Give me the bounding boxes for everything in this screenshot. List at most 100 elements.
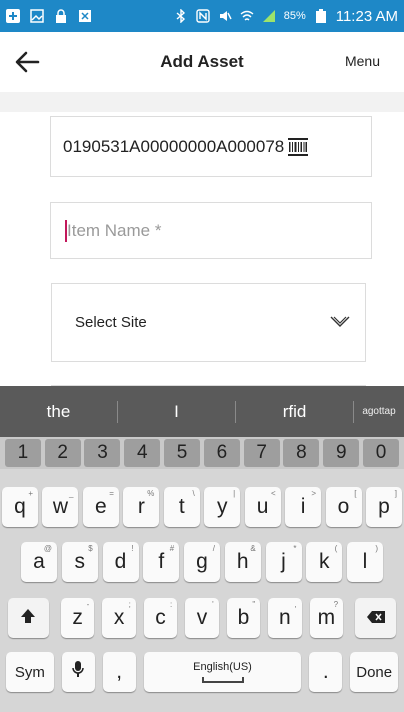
suggestion-2[interactable]: I xyxy=(118,402,235,422)
screen: 85% 11:23 AM Add Asset Menu 0190531A0000… xyxy=(0,0,404,712)
soft-keyboard: the I rfid agottap 1 2 3 4 5 6 7 8 9 0 +… xyxy=(0,386,404,712)
key-hint: @ xyxy=(43,544,52,553)
key-label: z xyxy=(72,606,83,629)
key-t[interactable]: \ t xyxy=(163,487,200,527)
item-name-input[interactable]: Item Name * xyxy=(50,202,372,259)
key-j[interactable]: * j xyxy=(265,542,302,582)
suggestion-bar: the I rfid agottap xyxy=(0,386,404,437)
key-x[interactable]: ; x xyxy=(102,598,136,638)
battery-percent: 85% xyxy=(283,10,306,22)
key-4[interactable]: 4 xyxy=(124,439,161,467)
key-6[interactable]: 6 xyxy=(203,439,240,467)
space-key[interactable]: English(US) xyxy=(143,652,302,692)
key-row-3: -z ; x :c ' v " b ,n ? m xyxy=(0,590,404,646)
key-w[interactable]: _ w xyxy=(42,487,79,527)
backspace-key[interactable] xyxy=(355,598,396,638)
bluetooth-icon xyxy=(174,9,188,23)
key-a[interactable]: @ a xyxy=(21,542,57,582)
done-key[interactable]: Done xyxy=(350,652,399,692)
mic-key[interactable] xyxy=(61,652,95,692)
key-hint: ( xyxy=(334,544,338,553)
key-h[interactable]: & h xyxy=(224,542,261,582)
shift-key[interactable] xyxy=(8,598,49,638)
barcode-field[interactable]: 0190531A00000000A000078 xyxy=(50,116,372,177)
key-hint: - xyxy=(86,600,90,609)
key-8[interactable]: 8 xyxy=(283,439,320,467)
key-1[interactable]: 1 xyxy=(4,439,41,467)
barcode-scan-icon[interactable] xyxy=(288,137,309,156)
header-divider xyxy=(0,92,404,112)
key-hint: * xyxy=(293,544,297,553)
key-label: c xyxy=(155,606,166,629)
comma-key[interactable]: , xyxy=(102,652,136,692)
microphone-icon xyxy=(71,659,85,685)
key-k[interactable]: (k xyxy=(306,542,343,582)
period-key[interactable]: . xyxy=(309,652,343,692)
key-u[interactable]: < u xyxy=(244,487,281,527)
key-5[interactable]: 5 xyxy=(164,439,201,467)
key-q[interactable]: + q xyxy=(2,487,38,527)
key-label: p xyxy=(378,495,390,518)
key-label: a xyxy=(33,550,45,573)
key-hint: ! xyxy=(131,544,134,553)
key-c[interactable]: :c xyxy=(143,598,178,638)
select-site-dropdown[interactable]: Select Site xyxy=(51,283,366,362)
key-n[interactable]: ,n xyxy=(268,598,302,638)
nfc-icon xyxy=(196,9,210,23)
key-p[interactable]: ] p xyxy=(365,487,402,527)
key-b[interactable]: " b xyxy=(226,598,261,638)
key-d[interactable]: ! d xyxy=(102,542,139,582)
key-hint: : xyxy=(170,600,173,609)
key-e[interactable]: = e xyxy=(82,487,119,527)
key-m[interactable]: ? m xyxy=(309,598,344,638)
key-hint: > xyxy=(311,489,317,498)
key-z[interactable]: -z xyxy=(60,598,95,638)
suggestion-3[interactable]: rfid xyxy=(236,402,353,422)
key-f[interactable]: # f xyxy=(143,542,180,582)
key-label: u xyxy=(256,495,269,518)
key-hint: < xyxy=(270,489,276,498)
key-hint: , xyxy=(294,600,297,609)
number-row: 1 2 3 4 5 6 7 8 9 0 xyxy=(0,437,404,469)
shift-icon xyxy=(20,606,36,630)
key-label: g xyxy=(196,550,208,573)
key-label: j xyxy=(281,550,286,573)
key-hint: ] xyxy=(394,489,397,498)
wifi-icon xyxy=(240,9,254,23)
key-9[interactable]: 9 xyxy=(323,439,360,467)
key-g[interactable]: / g xyxy=(184,542,220,582)
key-hint: / xyxy=(212,544,215,553)
sym-key[interactable]: Sym xyxy=(6,652,54,692)
suggestion-4[interactable]: agottap xyxy=(354,406,404,417)
key-7[interactable]: 7 xyxy=(243,439,280,467)
key-label: s xyxy=(74,550,86,573)
key-o[interactable]: [o xyxy=(325,487,362,527)
space-bar-icon xyxy=(201,677,244,683)
key-3[interactable]: 3 xyxy=(84,439,121,467)
key-y[interactable]: | y xyxy=(204,487,241,527)
key-label: y xyxy=(216,495,228,518)
signal-icon xyxy=(262,9,276,23)
key-0[interactable]: 0 xyxy=(363,439,400,467)
key-hint: # xyxy=(169,544,175,553)
key-2[interactable]: 2 xyxy=(44,439,81,467)
key-hint: % xyxy=(147,489,155,498)
menu-button[interactable]: Menu xyxy=(345,53,380,69)
key-label: n xyxy=(279,606,291,629)
key-label: d xyxy=(114,550,127,573)
key-label: k xyxy=(319,550,330,573)
suggestion-1[interactable]: the xyxy=(0,402,117,422)
mute-icon xyxy=(218,9,232,23)
page-title: Add Asset xyxy=(160,52,244,71)
key-label: w xyxy=(52,495,69,518)
key-hint: ? xyxy=(333,600,339,609)
key-l[interactable]: ) l xyxy=(347,542,383,582)
battery-icon xyxy=(314,9,328,23)
chevron-down-icon xyxy=(329,314,351,330)
key-hint: ; xyxy=(128,600,131,609)
app-bar: Add Asset Menu xyxy=(0,32,404,92)
key-v[interactable]: ' v xyxy=(185,598,219,638)
key-i[interactable]: > i xyxy=(285,487,322,527)
key-s[interactable]: $ s xyxy=(61,542,98,582)
key-r[interactable]: % r xyxy=(123,487,160,527)
